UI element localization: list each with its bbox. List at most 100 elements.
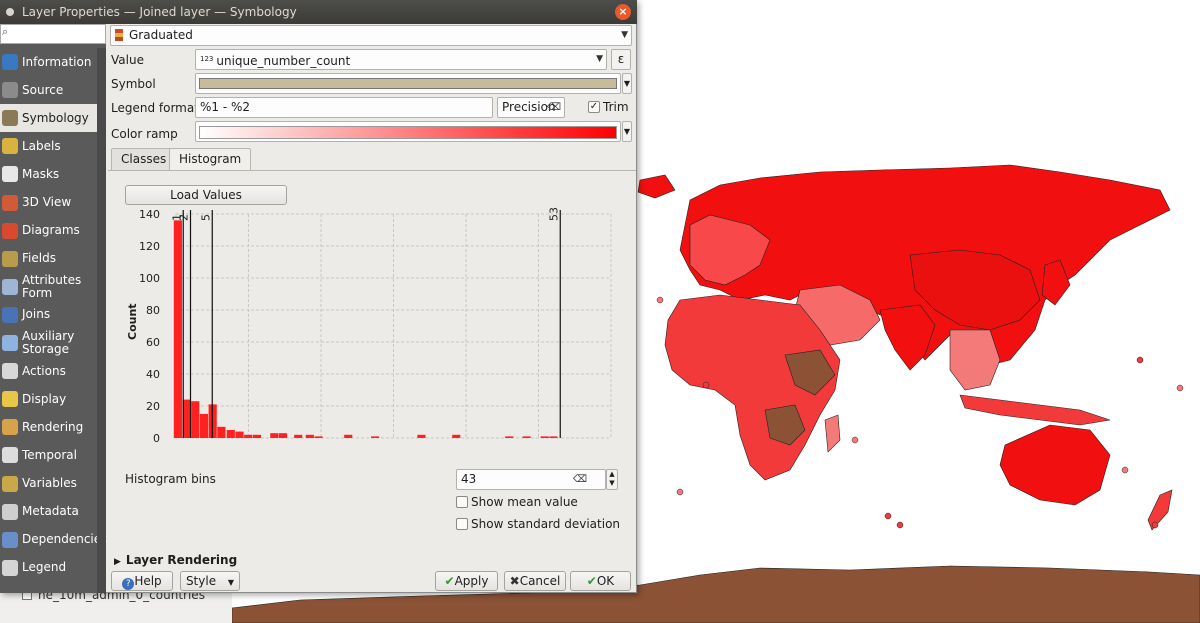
properties-sidebar: ⌕ Information Source Symbology Labels Masks 3…	[0, 24, 108, 593]
histogram-bins-spinbox[interactable]: 43 ⌫	[456, 469, 606, 490]
sidebar-item-legend[interactable]: Legend	[0, 554, 106, 582]
histogram-bar	[417, 434, 426, 438]
spin-arrows[interactable]: ▲ ▼	[606, 469, 618, 490]
sidebar-item-masks[interactable]: Masks	[0, 160, 106, 188]
y-tick-label: 80	[146, 304, 160, 317]
histogram-bar	[191, 401, 200, 438]
auxiliary-storage-icon	[2, 335, 18, 351]
histogram-bar	[314, 436, 323, 438]
sidebar-item-label: Source	[22, 82, 64, 97]
expand-arrow-icon: ▶	[114, 557, 121, 567]
dialog-titlebar[interactable]: Layer Properties — Joined layer — Symbol…	[0, 0, 637, 24]
histogram-bar	[540, 436, 549, 438]
histogram-bar	[370, 436, 380, 438]
class-break-label: 53	[547, 207, 560, 221]
sidebar-search-input[interactable]: ⌕	[0, 24, 106, 44]
histogram-bar	[270, 433, 279, 438]
variables-icon	[2, 475, 18, 492]
sidebar-item-dependencies[interactable]: Dependencies	[0, 526, 108, 554]
source-icon	[2, 82, 18, 99]
fields-icon	[2, 250, 18, 267]
sidebar-item-rendering[interactable]: Rendering	[0, 413, 106, 441]
chevron-down-icon: ▼	[227, 578, 235, 587]
masks-icon	[2, 166, 18, 183]
histogram-bins-value: 43	[461, 472, 477, 486]
sidebar-item-label: Fields	[22, 251, 56, 266]
histogram-bar	[522, 436, 531, 438]
sidebar-item-symbology[interactable]: Symbology	[0, 104, 106, 133]
histogram-bar	[252, 434, 261, 438]
sidebar-item-temporal[interactable]: Temporal	[0, 441, 106, 469]
clear-icon[interactable]: ⌫	[573, 470, 587, 489]
sidebar-item-joins[interactable]: Joins	[0, 301, 106, 329]
histogram-bar	[452, 434, 461, 438]
window-menu-icon[interactable]	[6, 8, 14, 16]
symbology-icon	[2, 110, 18, 127]
histogram-bar	[505, 436, 514, 438]
histogram-bins-label: Histogram bins	[125, 472, 216, 486]
sidebar-item-label: Auxiliary Storage	[22, 329, 75, 356]
sidebar-item-metadata[interactable]: Metadata	[0, 498, 106, 526]
sidebar-item-attributes-form[interactable]: Attributes Form	[0, 273, 106, 301]
sidebar-item-labels[interactable]: Labels	[0, 132, 106, 160]
cancel-button[interactable]: ✖Cancel	[504, 571, 566, 591]
sidebar-item-display[interactable]: Display	[0, 385, 106, 413]
y-tick-label: 20	[146, 400, 160, 413]
style-label: Style	[185, 574, 217, 588]
show-mean-checkbox[interactable]	[456, 496, 468, 508]
sidebar-item-variables[interactable]: Variables	[0, 470, 106, 498]
y-tick-label: 60	[146, 336, 160, 349]
sidebar-item-label: Temporal	[22, 447, 77, 462]
y-tick-label: 120	[139, 240, 160, 253]
sidebar-item-label: Dependencies	[22, 532, 108, 547]
dialog-title: Layer Properties — Joined layer — Symbol…	[22, 5, 297, 19]
layer-rendering-label: Layer Rendering	[125, 553, 238, 567]
check-icon: ✔	[586, 574, 597, 588]
sidebar-scrollbar[interactable]	[97, 48, 106, 593]
sidebar-item-diagrams[interactable]: Diagrams	[0, 217, 106, 245]
histogram-bar	[305, 434, 314, 438]
check-icon: ✔	[444, 574, 455, 588]
ok-button[interactable]: ✔OK	[570, 571, 631, 591]
apply-label: Apply	[454, 574, 489, 588]
joins-icon	[2, 306, 18, 323]
rendering-icon	[2, 419, 18, 436]
sidebar-item-label: Attributes Form	[22, 272, 82, 300]
sidebar-item-label: Diagrams	[22, 223, 80, 238]
sidebar-item-actions[interactable]: Actions	[0, 357, 106, 385]
sidebar-item-auxiliary-storage[interactable]: Auxiliary Storage	[0, 329, 106, 357]
layer-properties-dialog: Layer Properties — Joined layer — Symbol…	[0, 0, 637, 593]
sidebar-item-label: Masks	[22, 166, 60, 181]
cancel-icon: ✖	[509, 574, 520, 588]
apply-button[interactable]: ✔Apply	[435, 571, 498, 591]
histogram-bar	[344, 434, 353, 438]
histogram-bar	[235, 431, 244, 438]
histogram-bar	[173, 220, 182, 438]
histogram-bar	[549, 436, 558, 438]
class-break-label: 2	[178, 214, 191, 221]
dependencies-icon	[2, 531, 18, 548]
diagrams-icon	[2, 222, 18, 239]
close-button[interactable]: ×	[615, 4, 631, 20]
sidebar-item-information[interactable]: Information	[0, 48, 106, 76]
display-icon	[2, 391, 18, 408]
sidebar-item-label: Variables	[22, 476, 77, 490]
layer-rendering-section[interactable]: ▶ Layer Rendering	[114, 553, 237, 567]
y-tick-label: 0	[153, 432, 160, 444]
sidebar-item-source[interactable]: Source	[0, 76, 106, 104]
search-icon: ⌕	[2, 25, 9, 38]
sidebar-item-label: Joins	[22, 307, 51, 322]
show-stddev-checkbox[interactable]	[456, 518, 468, 530]
sidebar-item-label: Legend	[22, 560, 67, 575]
style-button[interactable]: Style ▼	[180, 571, 240, 591]
help-button[interactable]: ? Help	[111, 571, 173, 591]
sidebar-item-label: Information	[22, 54, 92, 69]
sidebar-item-fields[interactable]: Fields	[0, 245, 106, 273]
actions-icon	[2, 363, 18, 380]
histogram-bar	[294, 434, 303, 438]
sidebar-item-label: Symbology	[22, 110, 89, 125]
sidebar-item-label: Actions	[22, 363, 66, 378]
histogram-bar	[199, 414, 209, 438]
y-tick-label: 140	[139, 208, 160, 221]
sidebar-item-3d-view[interactable]: 3D View	[0, 189, 106, 217]
